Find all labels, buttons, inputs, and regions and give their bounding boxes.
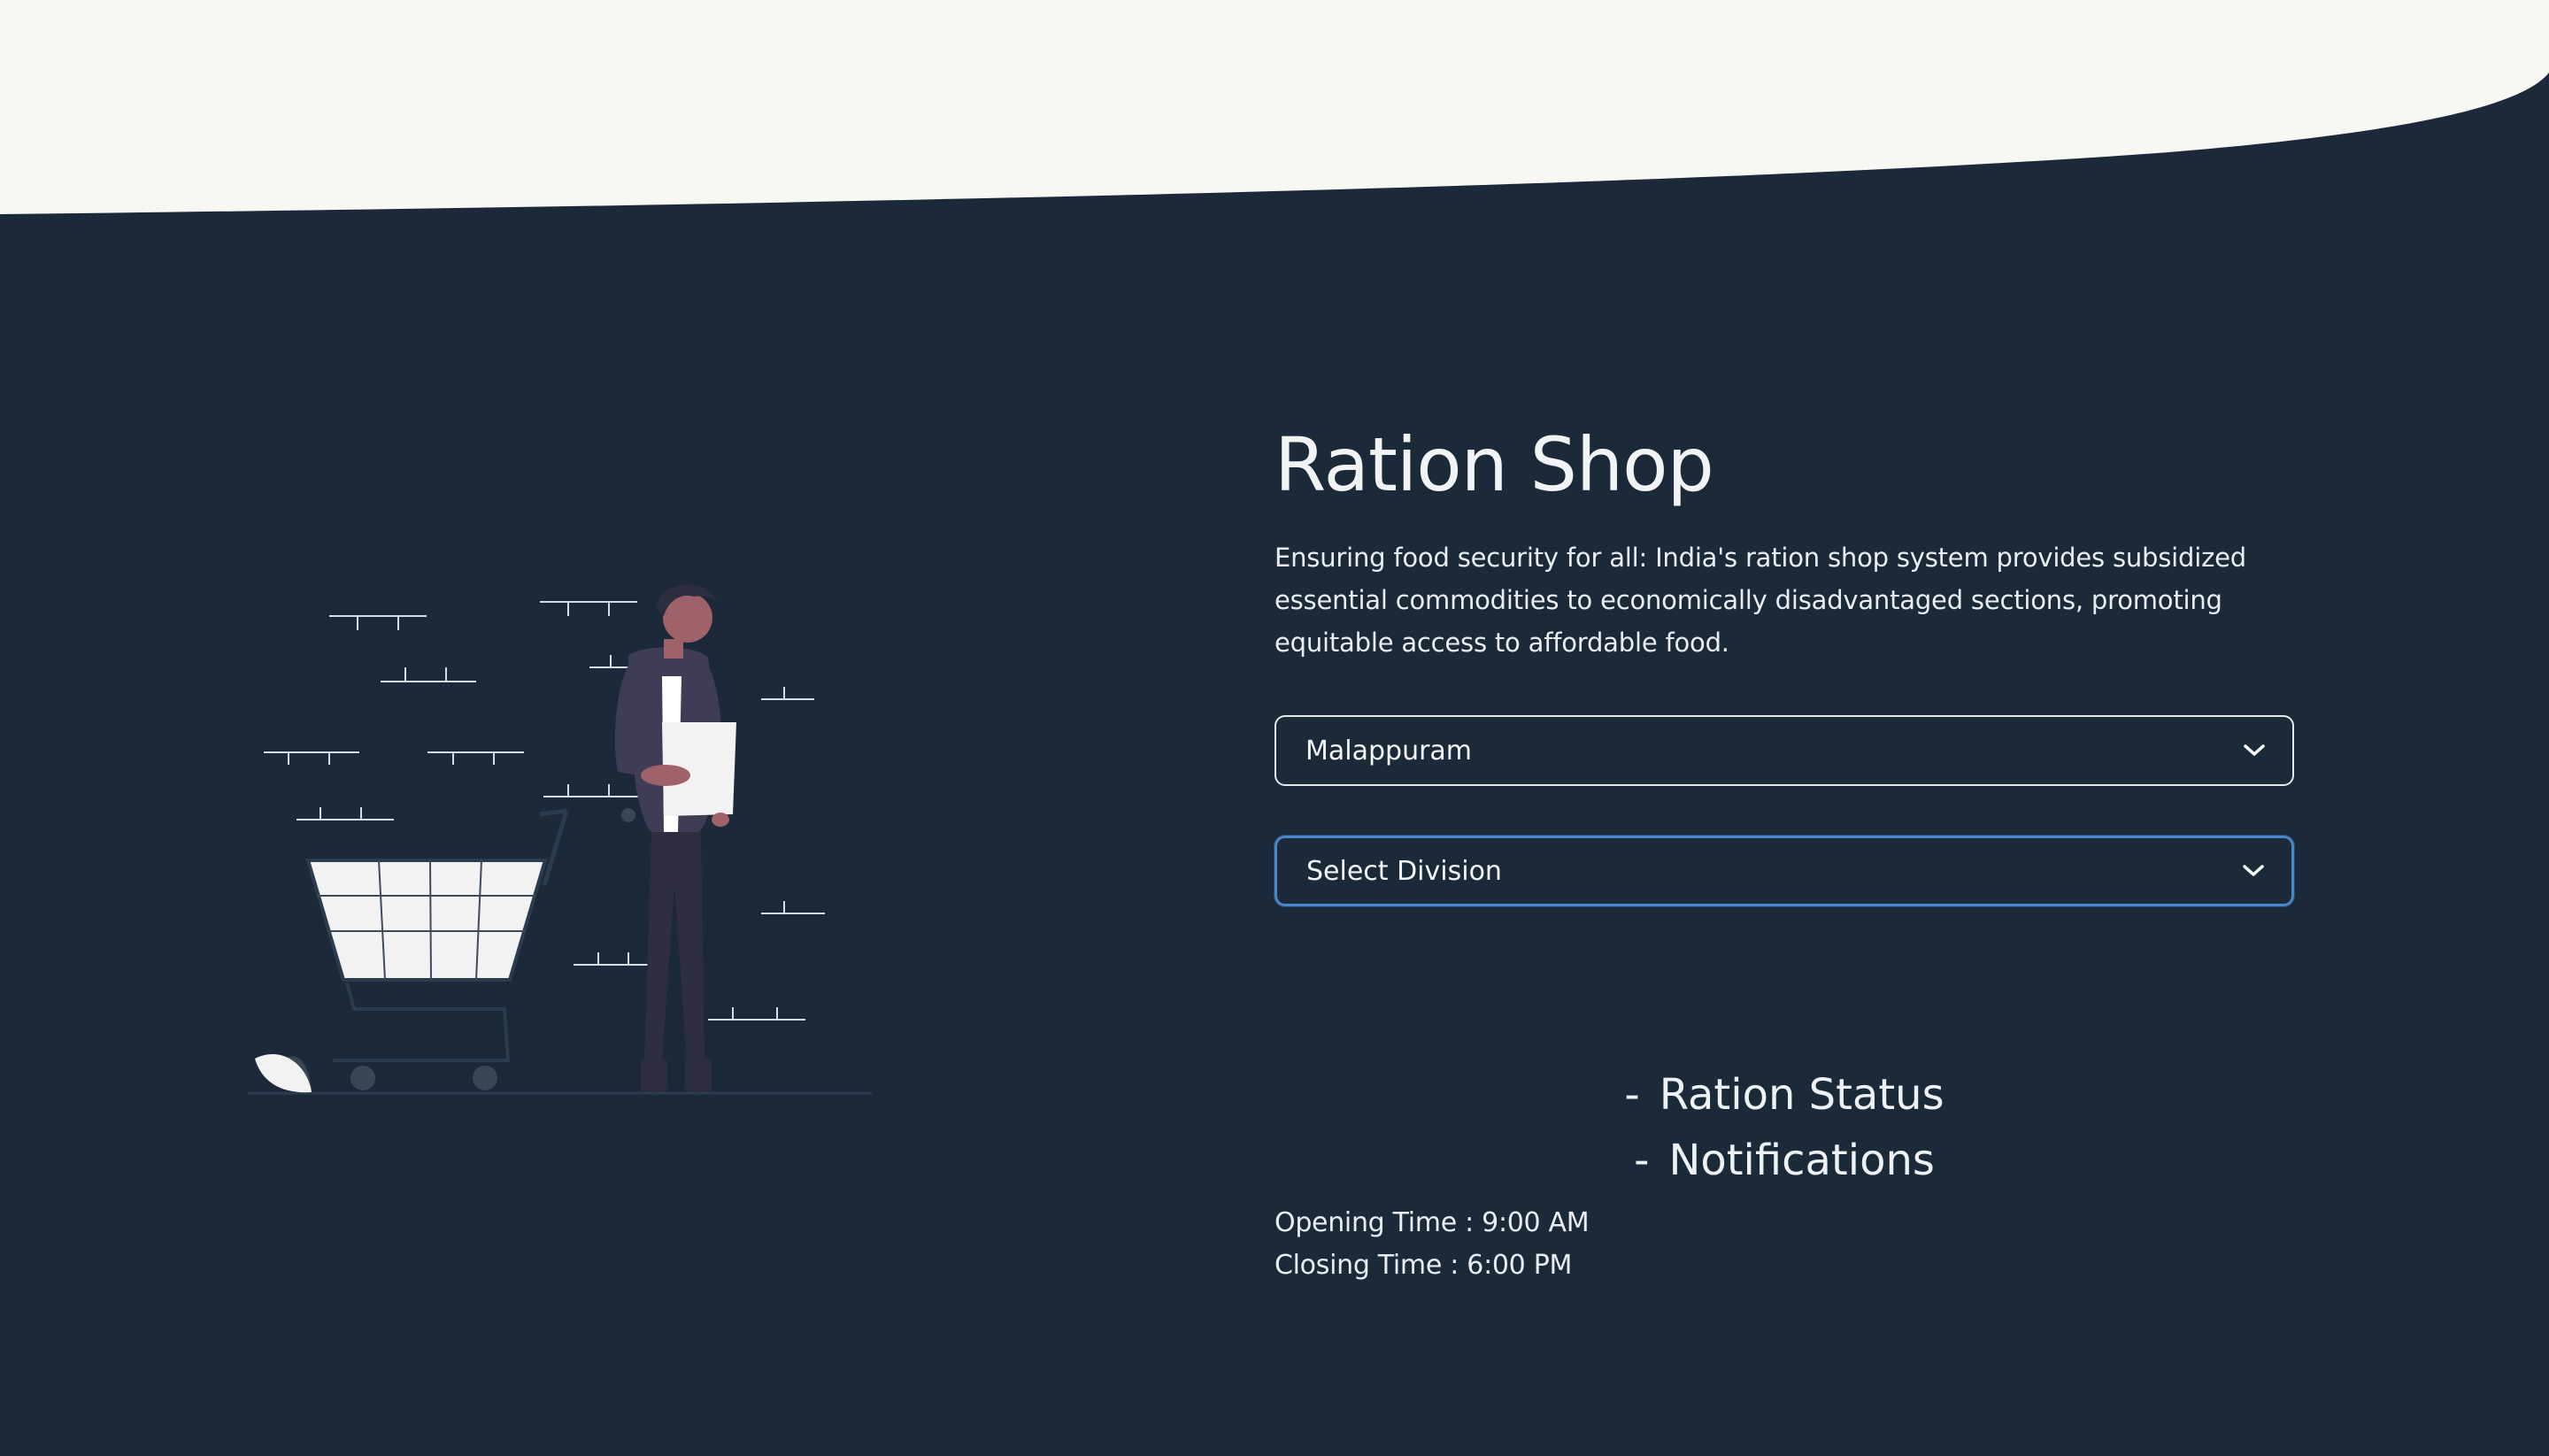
district-select[interactable]: Malappuram: [1274, 715, 2294, 786]
list-dash: -: [1624, 1070, 1640, 1120]
cart-basket: [305, 859, 548, 982]
division-select-value: Select Division: [1306, 855, 1502, 887]
opening-time: Opening Time : 9:00 AM: [1274, 1207, 1590, 1238]
ration-status-link[interactable]: - Ration Status: [1274, 1062, 2294, 1128]
notifications-label: Notifications: [1668, 1136, 1935, 1185]
closing-time: Closing Time : 6:00 PM: [1274, 1250, 1573, 1281]
chevron-down-icon: [2244, 744, 2265, 756]
quick-links: - Ration Status - Notifications: [1274, 1062, 2294, 1193]
ration-status-label: Ration Status: [1659, 1070, 1944, 1120]
header-wave: [0, 0, 2549, 214]
chevron-down-icon: [2243, 865, 2264, 876]
district-select-value: Malappuram: [1305, 735, 1473, 767]
notifications-link[interactable]: - Notifications: [1274, 1128, 2294, 1193]
shopping-cart-person-illustration: [248, 584, 872, 1095]
page-title: Ration Shop: [1274, 421, 1714, 508]
person-figure: [614, 584, 736, 1092]
list-dash: -: [1634, 1136, 1650, 1185]
page-description: Ensuring food security for all: India's …: [1274, 543, 2246, 658]
division-select[interactable]: Select Division: [1274, 836, 2294, 906]
shop-timings: Opening Time : 9:00 AM Closing Time : 6:…: [1274, 1202, 2294, 1287]
content-panel: Ration Shop Ensuring food security for a…: [1274, 416, 2294, 1287]
